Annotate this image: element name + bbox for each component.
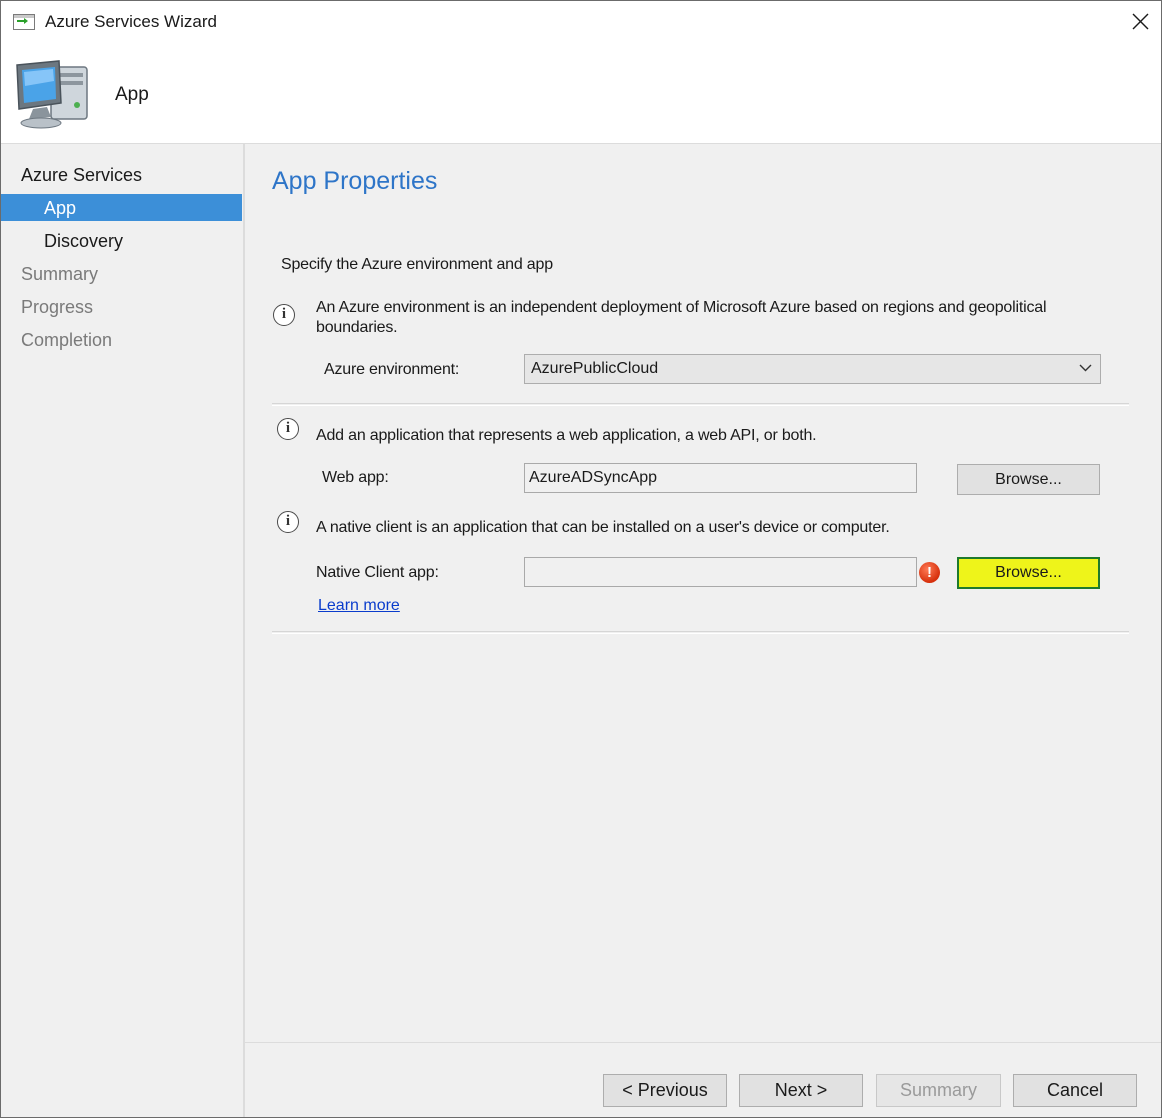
native-client-info: A native client is an application that c…	[316, 519, 890, 536]
native-client-label: Native Client app:	[316, 564, 439, 581]
web-app-browse-button[interactable]: Browse...	[957, 464, 1100, 495]
window-title: Azure Services Wizard	[45, 12, 217, 31]
nav-item-summary: Summary	[21, 264, 99, 284]
info-icon: i	[277, 418, 299, 440]
wizard-window-icon	[13, 14, 35, 30]
azure-environment-label: Azure environment:	[324, 361, 460, 378]
native-client-browse-button[interactable]: Browse...	[957, 557, 1100, 589]
web-app-info: Add an application that represents a web…	[316, 427, 817, 444]
title-bar: Azure Services Wizard	[1, 1, 1161, 43]
page-title: App Properties	[272, 167, 438, 195]
environment-info-line1: An Azure environment is an independent d…	[316, 299, 1047, 316]
wizard-window: Azure Services Wizard App Azure Services…	[0, 0, 1162, 1118]
close-button[interactable]	[1119, 1, 1161, 43]
header-title: App	[115, 84, 149, 105]
info-icon: i	[273, 304, 295, 326]
azure-environment-value: AzurePublicCloud	[531, 360, 659, 377]
section-divider	[272, 403, 1129, 406]
web-app-field[interactable]: AzureADSyncApp	[524, 463, 917, 493]
previous-button[interactable]: < Previous	[603, 1074, 727, 1107]
instruction-text: Specify the Azure environment and app	[281, 256, 553, 273]
wizard-header: App	[1, 43, 1161, 144]
nav-item-completion: Completion	[21, 330, 113, 350]
computer-icon	[16, 60, 88, 129]
chevron-down-icon	[1079, 364, 1092, 372]
next-button[interactable]: Next >	[739, 1074, 863, 1107]
section-divider	[272, 631, 1129, 634]
wizard-nav	[1, 144, 243, 1117]
web-app-label: Web app:	[322, 469, 389, 486]
nav-item-discovery[interactable]: Discovery	[44, 228, 123, 254]
native-client-field[interactable]	[524, 557, 917, 587]
nav-item-azure-services[interactable]: Azure Services	[21, 162, 142, 188]
cancel-button[interactable]: Cancel	[1013, 1074, 1137, 1107]
content-panel	[245, 144, 1161, 1042]
learn-more-link[interactable]: Learn more	[318, 597, 400, 615]
azure-environment-dropdown[interactable]: AzurePublicCloud	[524, 354, 1101, 384]
nav-item-progress: Progress	[21, 297, 94, 317]
info-icon: i	[277, 511, 299, 533]
environment-info-line2: boundaries.	[316, 319, 398, 336]
nav-item-app[interactable]: App	[44, 195, 76, 221]
nav-selection-highlight	[1, 194, 242, 221]
error-icon: !	[919, 562, 940, 583]
close-icon	[1132, 13, 1149, 30]
summary-button: Summary	[876, 1074, 1001, 1107]
